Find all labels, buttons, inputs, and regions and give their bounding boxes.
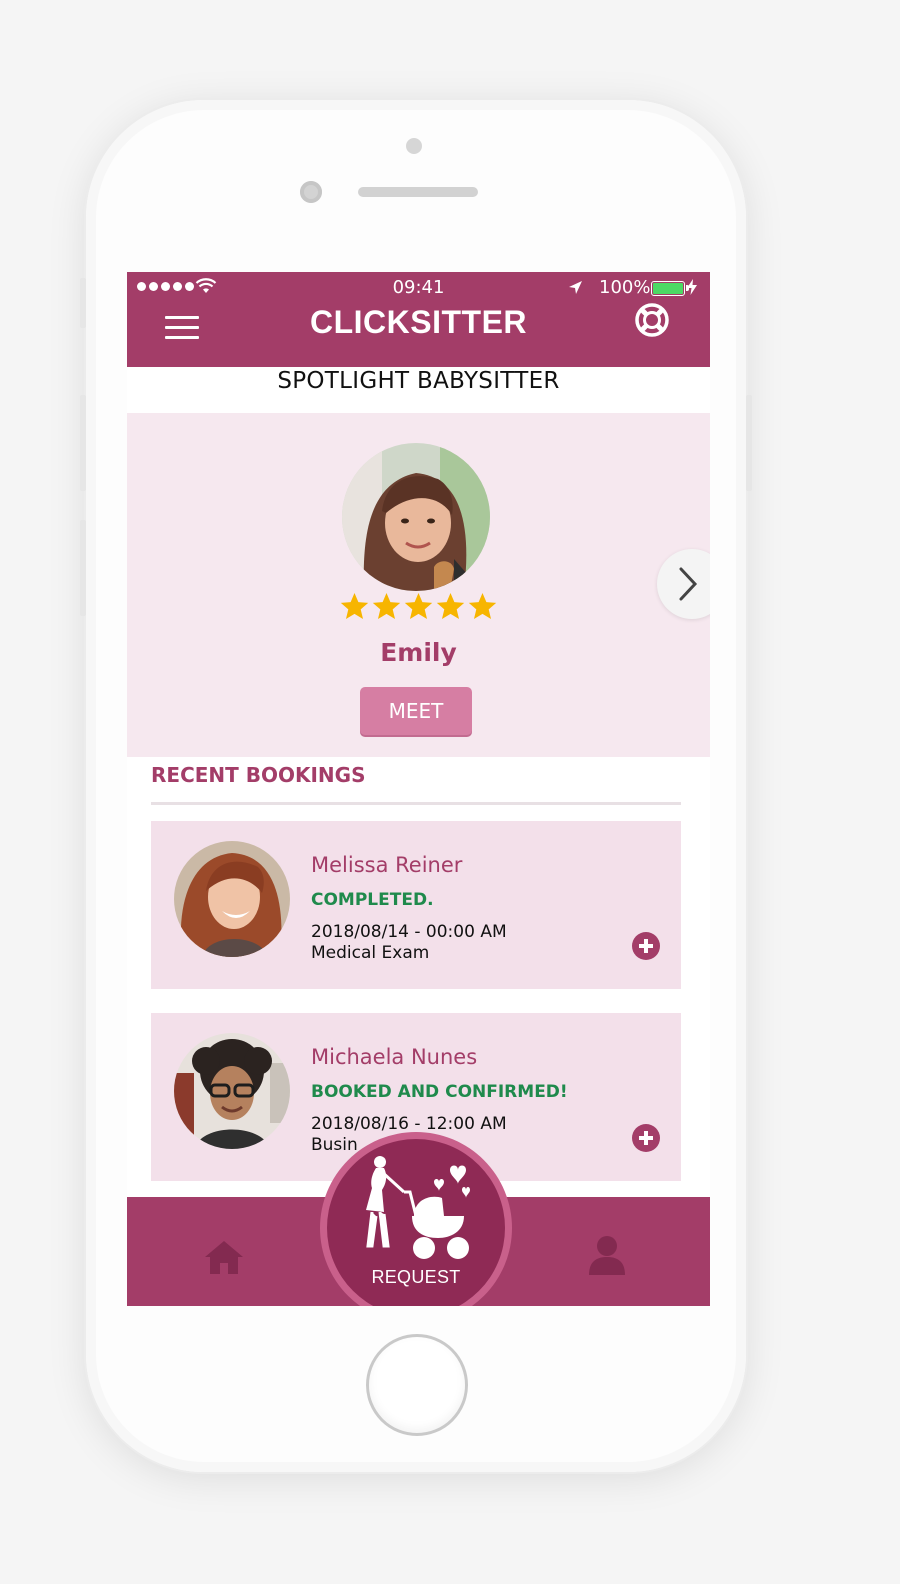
star-icon [404, 592, 433, 620]
location-arrow-icon [569, 281, 582, 294]
request-button[interactable]: REQUEST [320, 1132, 512, 1306]
spotlight-name: Emily [380, 638, 457, 667]
lifebuoy-icon[interactable] [634, 302, 670, 338]
meet-button[interactable]: MEET [360, 687, 472, 735]
user-icon[interactable] [589, 1235, 625, 1275]
plus-circle-icon[interactable] [631, 1123, 661, 1153]
home-icon[interactable] [203, 1239, 245, 1275]
star-icon [340, 592, 369, 620]
status-bar: 09:41 100% [127, 272, 710, 304]
booking-avatar [174, 841, 290, 957]
battery-icon [651, 281, 689, 296]
app-title: CLICKSITTER [309, 304, 528, 340]
booking-datetime: 2018/08/16 - 12:00 AM [311, 1114, 507, 1134]
spotlight-card: Emily MEET [127, 413, 710, 757]
app-screen: 09:41 100% CLICKSITTER SPOTLIGHT BABYSIT… [127, 272, 710, 1306]
phone-volume-down [80, 520, 86, 616]
booking-reason: Medical Exam [311, 943, 430, 963]
phone-top-sensor [406, 138, 422, 154]
star-icon [436, 592, 465, 620]
rating-stars [127, 591, 710, 622]
booking-avatar [174, 1033, 290, 1149]
app-header: 09:41 100% CLICKSITTER [127, 272, 710, 367]
phone-mute-switch [80, 278, 86, 328]
booking-card[interactable]: Melissa Reiner COMPLETED. 2018/08/14 - 0… [151, 821, 681, 989]
star-icon [468, 592, 497, 620]
request-label: REQUEST [371, 1267, 461, 1287]
booking-name: Melissa Reiner [311, 853, 463, 877]
charging-bolt-icon [687, 279, 697, 295]
phone-speaker [358, 187, 478, 197]
plus-circle-icon[interactable] [631, 931, 661, 961]
divider [151, 802, 681, 805]
phone-volume-up [80, 395, 86, 491]
next-sitter-button[interactable] [657, 549, 710, 619]
booking-name: Michaela Nunes [311, 1045, 478, 1069]
phone-power-button [746, 395, 752, 491]
chevron-right-icon [679, 567, 698, 601]
phone-home-button[interactable] [366, 1334, 468, 1436]
spotlight-heading: SPOTLIGHT BABYSITTER [277, 368, 560, 394]
phone-front-camera [300, 181, 322, 203]
spotlight-avatar[interactable] [342, 443, 490, 591]
star-icon [372, 592, 401, 620]
booking-status: COMPLETED. [311, 890, 434, 910]
booking-status: BOOKED AND CONFIRMED! [311, 1082, 568, 1102]
booking-reason: Busin [311, 1135, 358, 1155]
recent-bookings-heading: RECENT BOOKINGS [151, 763, 366, 787]
booking-datetime: 2018/08/14 - 00:00 AM [311, 922, 507, 942]
battery-percent: 100% [599, 277, 651, 298]
stroller-icon [366, 1156, 470, 1259]
